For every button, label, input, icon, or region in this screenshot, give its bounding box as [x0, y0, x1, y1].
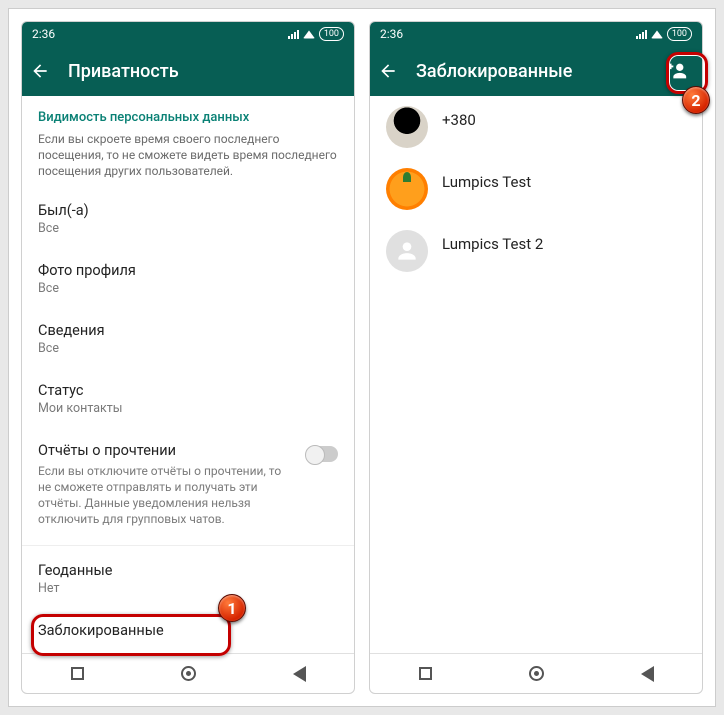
setting-value: Все — [38, 221, 338, 236]
appbar-title: Заблокированные — [416, 61, 648, 82]
callout-badge-1: 1 — [218, 594, 246, 622]
contact-name: Lumpics Test 2 — [442, 235, 543, 253]
nav-back-icon[interactable] — [293, 666, 306, 682]
setting-label: Статус — [38, 382, 338, 399]
phone-privacy: 2:36 100 Приватность Видимость персональ… — [21, 21, 355, 694]
phone-blocked: 2:36 100 Заблокированные +380 — [369, 21, 703, 694]
back-arrow-icon[interactable] — [378, 61, 398, 81]
divider — [22, 545, 354, 546]
wifi-icon — [303, 30, 315, 38]
appbar-blocked: Заблокированные — [370, 46, 702, 96]
setting-value: Все — [38, 281, 338, 296]
blocked-contact[interactable]: Lumpics Test — [370, 158, 702, 220]
setting-label: Был(-а) — [38, 202, 338, 219]
section-desc: Если вы скроете время своего последнего … — [22, 131, 354, 190]
setting-value: Нет — [38, 581, 338, 596]
setting-status[interactable]: Статус Мои контакты — [22, 370, 354, 430]
contact-sub — [442, 129, 476, 143]
callout-box-1 — [31, 614, 231, 656]
avatar — [386, 230, 428, 272]
nav-home-icon[interactable] — [529, 666, 544, 681]
android-navbar — [22, 653, 354, 693]
contact-name: +380 — [442, 111, 476, 129]
back-arrow-icon[interactable] — [30, 61, 50, 81]
privacy-content: Видимость персональных данных Если вы ск… — [22, 96, 354, 653]
setting-label: Фото профиля — [38, 262, 338, 279]
battery-icon: 100 — [319, 27, 344, 41]
battery-icon: 100 — [667, 27, 692, 41]
contact-sub — [442, 191, 531, 205]
wifi-icon — [651, 30, 663, 38]
callout-badge-2: 2 — [682, 86, 710, 114]
nav-home-icon[interactable] — [181, 666, 196, 681]
setting-desc: Если вы отключите отчёты о прочтении, то… — [38, 463, 296, 528]
signal-icon — [288, 29, 299, 39]
setting-label: Сведения — [38, 322, 338, 339]
signal-icon — [636, 29, 647, 39]
setting-about[interactable]: Сведения Все — [22, 310, 354, 370]
nav-back-icon[interactable] — [641, 666, 654, 682]
avatar — [386, 106, 428, 148]
nav-recents-icon[interactable] — [419, 667, 432, 680]
status-bar: 2:36 100 — [370, 22, 702, 46]
status-bar: 2:36 100 — [22, 22, 354, 46]
setting-label: Отчёты о прочтении — [38, 442, 296, 459]
nav-recents-icon[interactable] — [71, 667, 84, 680]
setting-profile-photo[interactable]: Фото профиля Все — [22, 250, 354, 310]
avatar — [386, 168, 428, 210]
toggle-switch[interactable] — [306, 446, 338, 462]
appbar-title: Приватность — [68, 61, 346, 82]
setting-label: Геоданные — [38, 562, 338, 579]
setting-value: Мои контакты — [38, 401, 338, 416]
setting-read-receipts[interactable]: Отчёты о прочтении Если вы отключите отч… — [22, 430, 354, 542]
android-navbar — [370, 653, 702, 693]
blocked-contact[interactable]: Lumpics Test 2 — [370, 220, 702, 282]
contact-sub — [442, 253, 543, 267]
setting-last-seen[interactable]: Был(-а) Все — [22, 190, 354, 250]
blocked-contact[interactable]: +380 — [370, 96, 702, 158]
clock: 2:36 — [380, 27, 403, 41]
appbar-privacy: Приватность — [22, 46, 354, 96]
blocked-content: +380 Lumpics Test Lumpics Test 2 — [370, 96, 702, 653]
section-title: Видимость персональных данных — [22, 96, 354, 131]
setting-live-location[interactable]: Геоданные Нет — [22, 550, 354, 610]
setting-value: Все — [38, 341, 338, 356]
contact-name: Lumpics Test — [442, 173, 531, 191]
clock: 2:36 — [32, 27, 55, 41]
